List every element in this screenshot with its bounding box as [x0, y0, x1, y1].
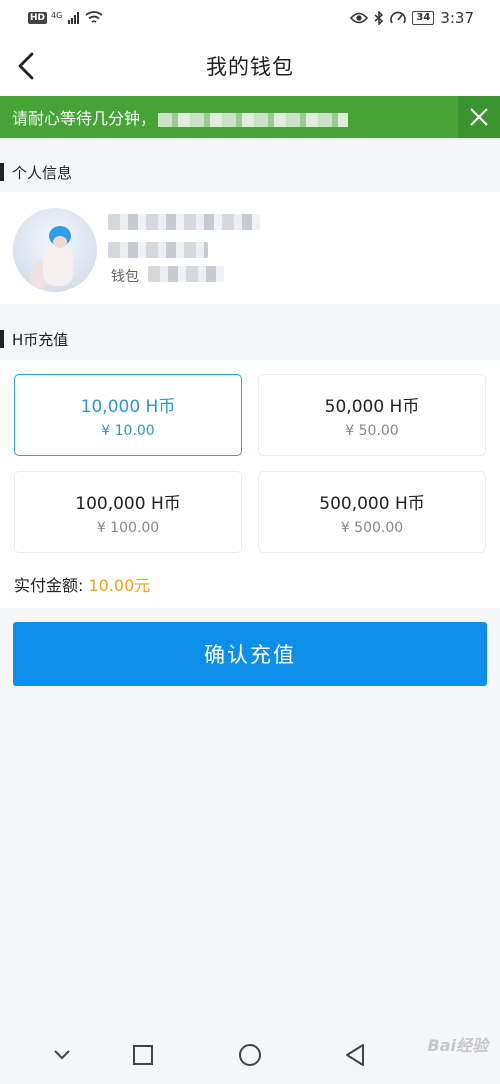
option-amount: 50,000 H币 [324, 396, 420, 417]
option-amount: 500,000 H币 [319, 493, 425, 514]
nav-bar: 我的钱包 [0, 36, 500, 96]
recharge-option-500000[interactable]: 500,000 H币 ¥ 500.00 [258, 471, 486, 553]
signal-icon [68, 12, 80, 24]
hd-badge: HD [28, 12, 48, 24]
recharge-section-title: H币充值 [12, 330, 69, 349]
notice-text: 请耐心等待几分钟， [0, 105, 349, 129]
pay-value: 10.00元 [88, 576, 151, 595]
confirm-recharge-button[interactable]: 确认充值 [13, 622, 487, 686]
recharge-option-10000[interactable]: 10,000 H币 ¥ 10.00 [14, 374, 242, 456]
close-button[interactable] [458, 96, 500, 138]
option-price: ¥ 500.00 [340, 519, 404, 536]
recharge-option-50000[interactable]: 50,000 H币 ¥ 50.00 [258, 374, 486, 456]
chevron-down-icon[interactable] [52, 1048, 72, 1062]
blurred-username [108, 214, 260, 230]
blurred-id [108, 242, 208, 258]
pay-label: 实付金额: [14, 576, 89, 595]
section-marker [0, 330, 4, 348]
page-title: 我的钱包 [206, 55, 294, 79]
avatar-figure-face [53, 236, 67, 248]
battery-icon: 34 [412, 11, 435, 25]
section-marker [0, 163, 4, 181]
avatar-figure-body [43, 246, 73, 286]
status-right: 34 3:37 [350, 9, 474, 27]
close-icon [470, 108, 488, 126]
option-amount: 10,000 H币 [80, 396, 176, 417]
avatar[interactable] [13, 208, 97, 292]
profile-card [0, 192, 500, 304]
recent-apps-icon[interactable] [132, 1044, 154, 1066]
recharge-option-100000[interactable]: 100,000 H币 ¥ 100.00 [14, 471, 242, 553]
option-price: ¥ 50.00 [345, 422, 399, 439]
wallet-label: 钱包 [111, 269, 139, 285]
status-left: HD 4G [28, 11, 103, 25]
blurred-content [158, 112, 349, 127]
blurred-wallet-balance [148, 266, 224, 282]
payment-summary: 实付金额: 10.00元 [14, 572, 150, 596]
notice-banner: 请耐心等待几分钟， [0, 96, 500, 138]
wifi-icon [85, 11, 103, 23]
back-nav-icon[interactable] [344, 1043, 366, 1067]
option-price: ¥ 10.00 [101, 422, 155, 439]
bluetooth-icon [374, 11, 384, 25]
back-arrow-icon[interactable] [12, 50, 42, 82]
notice-message: 请耐心等待几分钟， [12, 109, 157, 128]
recharge-options: 10,000 H币 ¥ 10.00 50,000 H币 ¥ 50.00 100,… [0, 360, 500, 608]
speed-icon [390, 11, 407, 24]
status-time: 3:37 [440, 9, 474, 27]
home-icon[interactable] [238, 1043, 262, 1067]
network-label: 4G [51, 10, 63, 20]
watermark: Bai经验 [427, 1036, 488, 1055]
status-bar: HD 4G 34 3:37 [0, 0, 500, 36]
system-nav-bar [0, 1028, 500, 1084]
option-amount: 100,000 H币 [75, 493, 181, 514]
eye-icon [350, 12, 369, 24]
option-price: ¥ 100.00 [96, 519, 160, 536]
profile-section-header: 个人信息 [0, 155, 500, 189]
profile-section-title: 个人信息 [12, 163, 73, 182]
recharge-section-header: H币充值 [0, 322, 500, 356]
